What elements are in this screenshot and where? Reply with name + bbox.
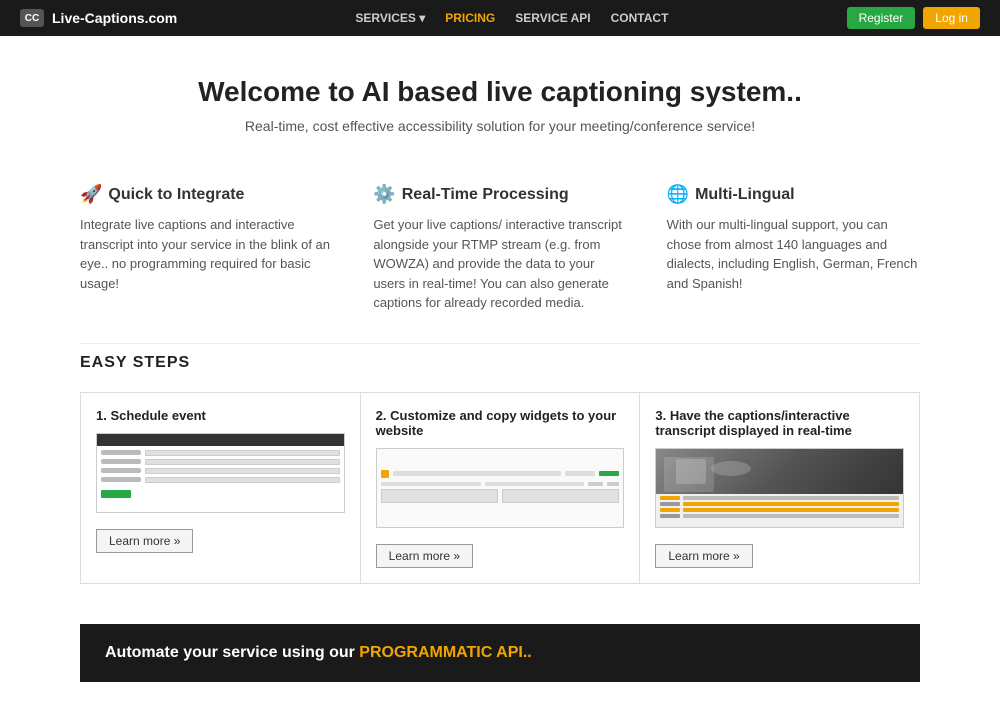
steps-grid: 1. Schedule event Learn more » 2. Custom… bbox=[80, 392, 920, 584]
navbar: CC Live-Captions.com SERVICES ▾ PRICING … bbox=[0, 0, 1000, 36]
nav-buttons: Register Log in bbox=[847, 7, 980, 29]
step-2-title: 2. Customize and copy widgets to your we… bbox=[376, 408, 625, 438]
step-3-learn-more[interactable]: Learn more » bbox=[655, 544, 752, 568]
nav-service-api-link[interactable]: SERVICE API bbox=[515, 11, 590, 25]
transcript-lines bbox=[656, 494, 903, 522]
feature-quick-integrate: 🚀 Quick to Integrate Integrate live capt… bbox=[80, 184, 333, 313]
step-1: 1. Schedule event Learn more » bbox=[81, 393, 361, 583]
feature-2-title: Real-Time Processing bbox=[402, 186, 569, 204]
easy-steps-section: EASY STEPS 1. Schedule event Learn more … bbox=[0, 344, 1000, 604]
feature-2-description: Get your live captions/ interactive tran… bbox=[373, 215, 626, 313]
feature-multilingual: 🌐 Multi-Lingual With our multi-lingual s… bbox=[667, 184, 920, 313]
nav-services-link[interactable]: SERVICES ▾ bbox=[355, 11, 425, 25]
logo-text: Live-Captions.com bbox=[52, 10, 177, 26]
feature-3-description: With our multi-lingual support, you can … bbox=[667, 215, 920, 293]
nav-contact-link[interactable]: CONTACT bbox=[611, 11, 669, 25]
hero-subtitle: Real-time, cost effective accessibility … bbox=[80, 118, 920, 134]
step-1-image bbox=[96, 433, 345, 513]
easy-steps-heading: EASY STEPS bbox=[80, 354, 920, 372]
step-1-learn-more[interactable]: Learn more » bbox=[96, 529, 193, 553]
bottom-banner: Automate your service using our PROGRAMM… bbox=[80, 624, 920, 682]
feature-3-icon: 🌐 bbox=[667, 184, 689, 205]
nav-pricing-link[interactable]: PRICING bbox=[445, 11, 495, 25]
feature-realtime: ⚙️ Real-Time Processing Get your live ca… bbox=[373, 184, 626, 313]
step-2-learn-more[interactable]: Learn more » bbox=[376, 544, 473, 568]
feature-1-icon: 🚀 bbox=[80, 184, 102, 205]
logo-icon: CC bbox=[20, 9, 44, 27]
hero-title: Welcome to AI based live captioning syst… bbox=[80, 76, 920, 108]
nav-links: SERVICES ▾ PRICING SERVICE API CONTACT bbox=[355, 11, 668, 25]
step-2-image bbox=[376, 448, 625, 528]
features-section: 🚀 Quick to Integrate Integrate live capt… bbox=[0, 154, 1000, 343]
feature-1-title: Quick to Integrate bbox=[108, 186, 244, 204]
step-1-title: 1. Schedule event bbox=[96, 408, 345, 423]
feature-2-icon: ⚙️ bbox=[373, 184, 395, 205]
login-button[interactable]: Log in bbox=[923, 7, 980, 29]
hero-section: Welcome to AI based live captioning syst… bbox=[0, 36, 1000, 154]
feature-1-description: Integrate live captions and interactive … bbox=[80, 215, 333, 293]
feature-3-title: Multi-Lingual bbox=[695, 186, 795, 204]
register-button[interactable]: Register bbox=[847, 7, 916, 29]
transcript-photo bbox=[656, 449, 903, 494]
bottom-banner-highlight: PROGRAMMATIC API.. bbox=[359, 644, 531, 661]
step-2: 2. Customize and copy widgets to your we… bbox=[361, 393, 641, 583]
logo: CC Live-Captions.com bbox=[20, 9, 177, 27]
step-3-image bbox=[655, 448, 904, 528]
step-3: 3. Have the captions/interactive transcr… bbox=[640, 393, 919, 583]
step-3-title: 3. Have the captions/interactive transcr… bbox=[655, 408, 904, 438]
bottom-banner-text: Automate your service using our PROGRAMM… bbox=[105, 644, 532, 662]
